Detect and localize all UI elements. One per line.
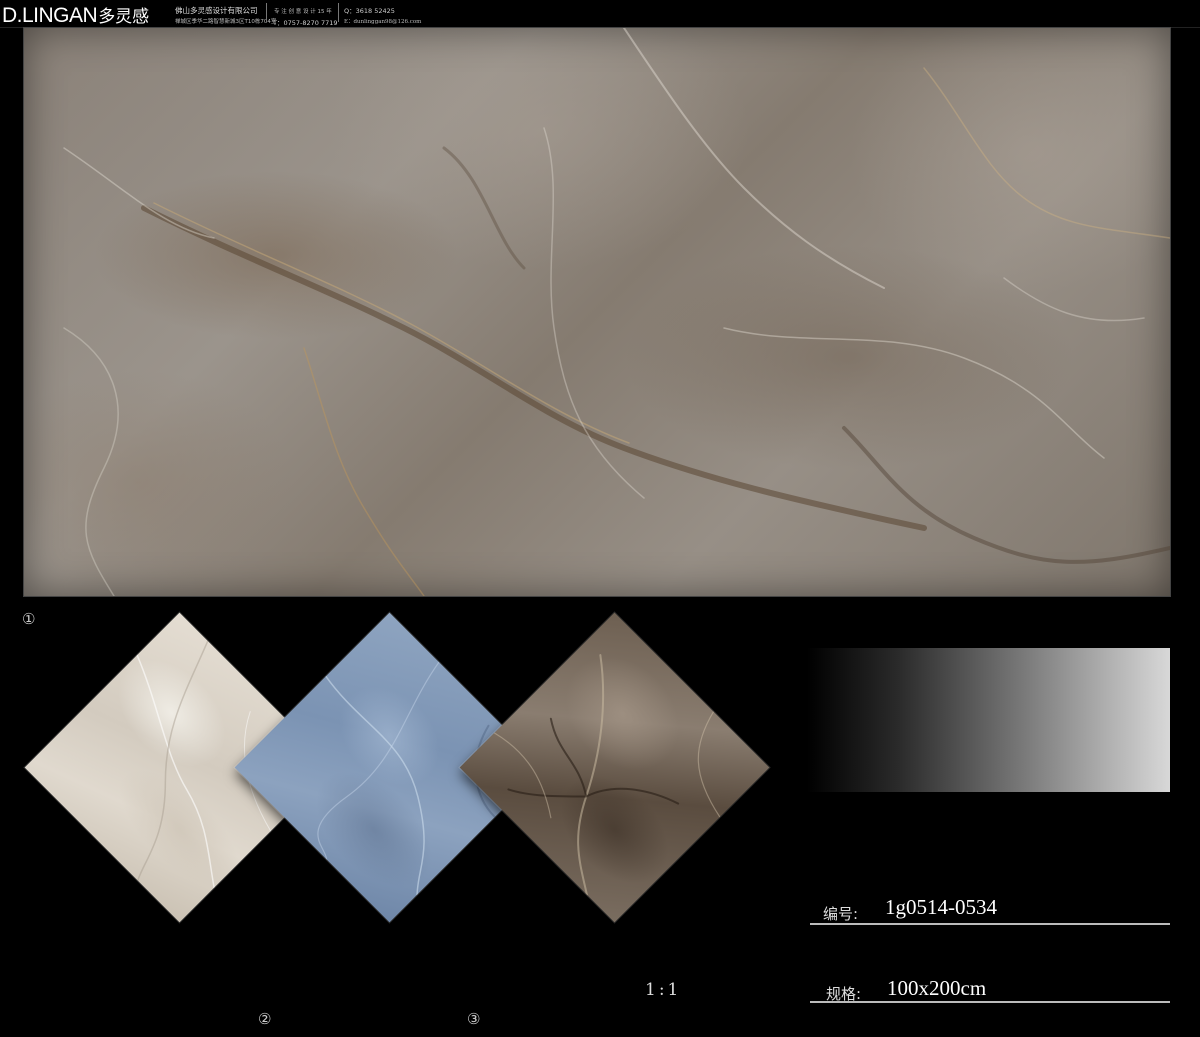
tile-veins: [493, 654, 721, 896]
company-qq: Q：3618 52425: [344, 7, 395, 15]
marble-veins: [63, 28, 1170, 596]
spec-underline: [810, 1001, 1170, 1003]
header-divider: [266, 3, 267, 22]
company-email: E：dunlinggan98@126.com: [344, 19, 422, 25]
spec-value: 100x200cm: [887, 976, 987, 1000]
code-label: 编号:: [823, 905, 859, 923]
company-name: 佛山多灵感设计有限公司: [175, 6, 258, 15]
code-value: 1g0514-0534: [885, 895, 997, 919]
ratio-label: 1:1: [645, 980, 682, 1000]
marble-slab-image: [24, 28, 1170, 596]
brand-logo: D.LINGAN 多灵感: [2, 2, 150, 27]
marker-1: ①: [22, 610, 36, 628]
company-address: 禅城区季华二路智慧新城3区T10栋704室: [175, 19, 277, 25]
marker-3: ③: [467, 1010, 481, 1028]
code-underline: [810, 923, 1170, 925]
grayscale-gradient-swatch: [807, 648, 1170, 792]
company-tagline: 专 注 创 意 设 计 15 年: [274, 9, 332, 15]
header-divider: [338, 3, 339, 22]
company-phone: T：0757-8270 7719: [273, 19, 338, 27]
brand-name-en: D.LINGAN: [2, 4, 98, 27]
brand-name-cn: 多灵感: [98, 7, 150, 27]
marker-2: ②: [258, 1010, 272, 1028]
tile-brown-swatch: [459, 612, 770, 923]
